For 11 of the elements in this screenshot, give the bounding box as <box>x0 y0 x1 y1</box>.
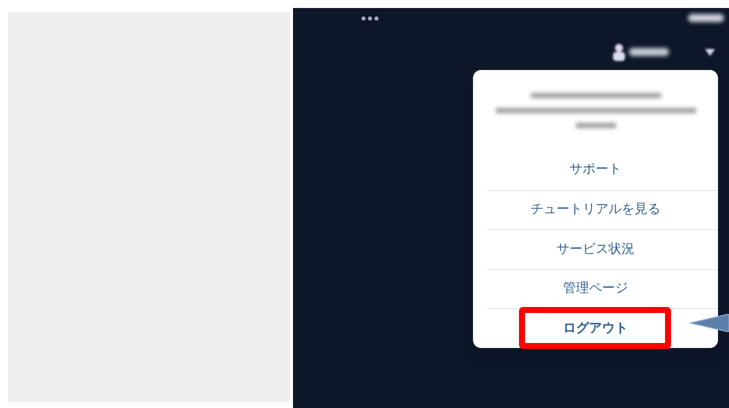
caret-icon <box>705 49 715 56</box>
menu-item[interactable]: ログアウト <box>563 318 628 338</box>
menu-item[interactable]: チュートリアルを見る <box>530 200 660 220</box>
more-icon <box>361 16 379 21</box>
menu-item[interactable]: サポート <box>570 160 622 180</box>
status-icons <box>688 14 724 22</box>
menu-item[interactable]: 管理ページ <box>563 279 628 298</box>
menu-item[interactable]: サービス状況 <box>556 240 634 259</box>
callout-arrow-icon <box>690 314 729 332</box>
user-icon <box>613 43 625 61</box>
blurred-user-name <box>629 48 669 56</box>
